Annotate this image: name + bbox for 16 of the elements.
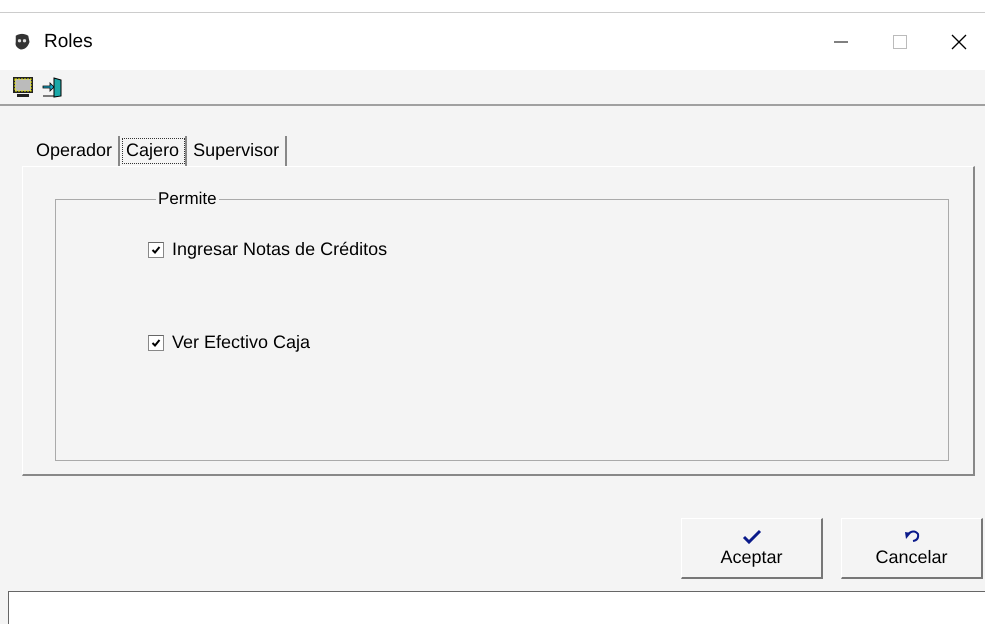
close-icon[interactable] (951, 34, 967, 50)
group-title: Permite (157, 189, 218, 209)
window-title: Roles (44, 30, 93, 52)
exit-door-icon[interactable] (42, 76, 64, 98)
checkmark-icon (742, 528, 762, 544)
checkbox-label: Ingresar Notas de Créditos (172, 239, 388, 260)
cancel-button[interactable]: Cancelar (841, 518, 983, 579)
tab[interactable]: Supervisor (187, 136, 288, 166)
checkbox[interactable] (148, 334, 164, 350)
checkmark-icon (151, 338, 161, 348)
checkmark-icon (151, 244, 161, 254)
checkbox-label: Ver Efectivo Caja (172, 332, 310, 353)
monitor-icon[interactable] (12, 76, 34, 98)
checkbox[interactable] (148, 242, 164, 258)
tab[interactable]: Cajero (120, 136, 188, 166)
accept-button[interactable]: Aceptar (681, 518, 823, 579)
